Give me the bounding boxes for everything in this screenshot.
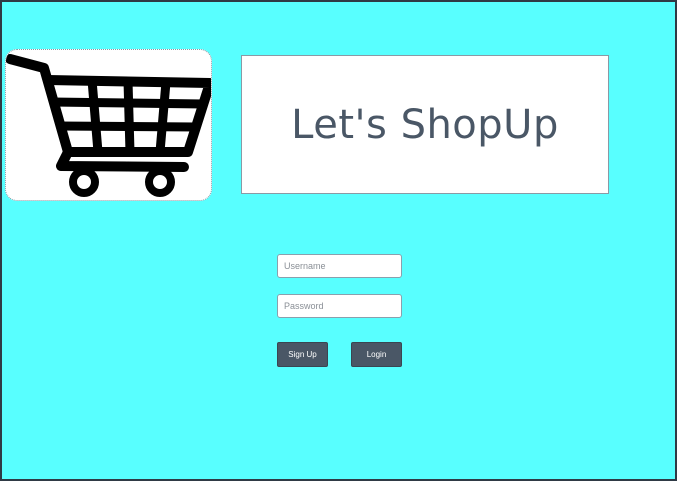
page-title: Let's ShopUp bbox=[291, 101, 559, 148]
username-input[interactable] bbox=[277, 254, 402, 278]
logo-box bbox=[5, 49, 212, 201]
title-box: Let's ShopUp bbox=[241, 55, 609, 194]
app-window: Let's ShopUp Sign Up Login bbox=[2, 2, 675, 479]
shopping-cart-icon bbox=[6, 54, 211, 197]
password-input[interactable] bbox=[277, 294, 402, 318]
sign-up-button[interactable]: Sign Up bbox=[277, 342, 328, 367]
login-button[interactable]: Login bbox=[351, 342, 402, 367]
